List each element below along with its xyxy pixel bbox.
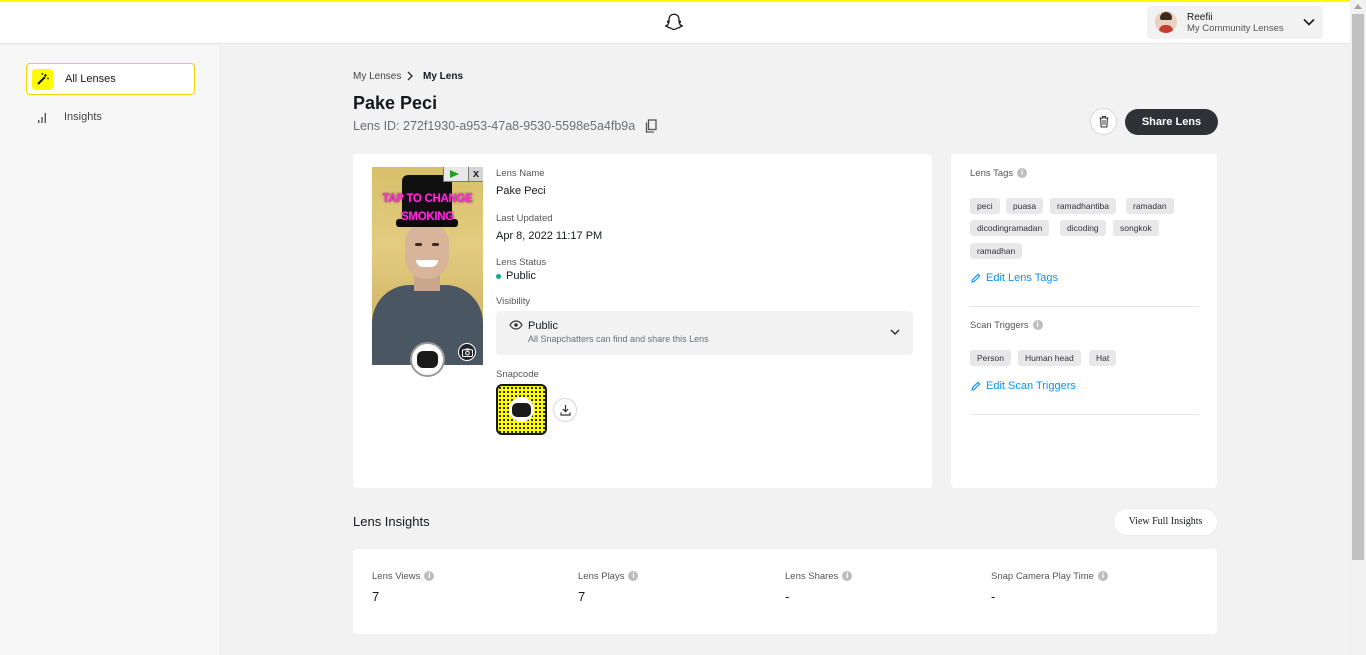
lens-preview-image: TAP TO CHANGE SMOKING x [372,167,483,365]
trigger-chip: Hat [1089,350,1117,366]
preview-overlay-text: TAP TO CHANGE SMOKING [382,193,473,223]
tag-chip: puasa [1006,198,1044,214]
breadcrumb-current: My Lens [423,71,464,82]
lens-icon-snap [410,342,445,377]
stat-label: Lens Views i [372,571,435,582]
info-icon[interactable]: i [628,571,639,582]
visibility-dropdown[interactable]: Public All Snapchatters can find and sha… [496,311,913,355]
trigger-chip: Person [970,350,1011,366]
copy-icon[interactable] [645,119,657,133]
lens-id: Lens ID: 272f1930-a953-47a8-9530-5598e5a… [353,119,636,133]
info-icon[interactable]: i [1032,320,1043,331]
sidebar-item-label: Insights [64,111,102,123]
tag-chip: dicoding [1060,220,1106,236]
stat-value: - [785,589,790,604]
lens-tags-card: Lens Tags i peci puasa ramadhantiba ramad… [951,154,1217,488]
info-icon[interactable]: i [1097,571,1108,582]
info-icon[interactable]: i [1017,168,1028,179]
preview-close-icon: x [468,167,483,181]
trigger-chip: Human head [1018,350,1081,366]
lens-status-value: Public [506,270,536,282]
change-thumbnail-button[interactable] [458,343,476,361]
lens-insights-heading: Lens Insights [353,514,430,529]
pencil-icon [971,381,981,391]
sidebar-item-all-lenses[interactable]: All Lenses [26,63,195,95]
stat-value: - [991,589,996,604]
visibility-value: Public [528,320,558,332]
user-name: Reefii [1187,12,1213,23]
pencil-icon [971,273,981,283]
info-icon[interactable]: i [424,571,435,582]
info-icon[interactable]: i [842,571,853,582]
lens-tags-label: Lens Tags [970,168,1014,179]
download-icon [560,405,571,416]
sidebar-item-insights[interactable]: Insights [26,107,195,129]
last-updated-value: Apr 8, 2022 11:17 PM [496,230,603,242]
scroll-thumb[interactable] [1352,14,1364,560]
lens-insights-card: Lens Views i 7 Lens Plays i 7 Lens Shares i… [353,549,1217,634]
visibility-label: Visibility [496,296,531,307]
edit-lens-tags-link[interactable]: Edit Lens Tags [986,272,1058,284]
status-dot-icon [496,274,501,279]
top-bar: Reefii My Community Lenses [0,0,1350,44]
eye-icon [509,320,523,330]
stat-label-text: Lens Plays [578,571,625,582]
stat-value: 7 [578,589,586,604]
snapcode-image [496,384,547,435]
preview-play-icon: x [443,167,483,182]
divider [970,414,1199,415]
stat-label: Lens Plays i [578,571,639,582]
sidebar: All Lenses Insights [0,45,221,655]
sidebar-item-label: All Lenses [65,73,116,85]
lens-name-label: Lens Name [496,168,545,179]
snapchat-ghost-icon[interactable] [663,12,685,34]
bar-chart-icon [38,113,46,123]
tag-chip: songkok [1113,220,1159,236]
stat-label-text: Lens Shares [785,571,839,582]
page-title: Pake Peci [353,93,438,113]
stat-label-text: Snap Camera Play Time [991,571,1094,582]
avatar [1155,11,1177,33]
chevron-down-icon [890,329,900,336]
chevron-down-icon [1303,18,1315,26]
user-menu[interactable]: Reefii My Community Lenses [1147,6,1323,39]
stat-label: Snap Camera Play Time i [991,571,1108,582]
last-updated-label: Last Updated [496,213,553,224]
magic-wand-icon [32,69,53,90]
lens-name-value: Pake Peci [496,185,546,197]
tag-chip: ramadhantiba [1050,198,1116,214]
chevron-right-icon [407,71,413,81]
tag-chip: ramadhan [970,243,1023,259]
divider [970,306,1199,307]
trash-icon [1099,115,1109,128]
delete-lens-button[interactable] [1090,108,1117,135]
camera-icon [462,348,473,357]
stat-value: 7 [372,589,380,604]
edit-scan-triggers-link[interactable]: Edit Scan Triggers [986,380,1076,392]
tag-chip: dicodingramadan [970,220,1050,236]
snapcode-label: Snapcode [496,369,539,380]
share-lens-button[interactable]: Share Lens [1125,109,1218,135]
user-subtitle: My Community Lenses [1187,23,1284,34]
lens-tags-heading: Lens Tags i [970,168,1028,179]
lens-status-label: Lens Status [496,257,547,268]
scroll-up-arrow-icon[interactable] [1354,4,1362,9]
lens-details-card: TAP TO CHANGE SMOKING x Lens Name Pake P… [353,154,932,488]
breadcrumb-parent-link[interactable]: My Lenses [353,71,401,82]
tag-chip: peci [970,198,1000,214]
visibility-description: All Snapchatters can find and share this… [528,334,709,344]
page-scrollbar[interactable] [1350,0,1366,655]
scan-triggers-label: Scan Triggers [970,320,1029,331]
scan-triggers-heading: Scan Triggers i [970,320,1043,331]
tag-chip: ramadan [1126,198,1174,214]
view-full-insights-button[interactable]: View Full Insights [1114,509,1217,535]
stat-label-text: Lens Views [372,571,421,582]
download-snapcode-button[interactable] [553,398,577,422]
stat-label: Lens Shares i [785,571,853,582]
